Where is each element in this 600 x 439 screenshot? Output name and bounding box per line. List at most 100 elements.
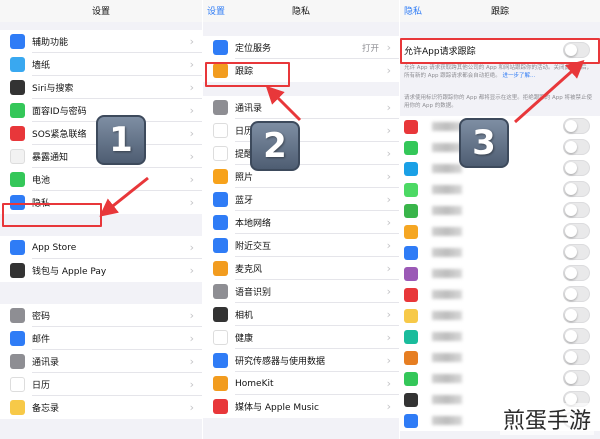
- app-tracking-toggle[interactable]: [563, 160, 590, 176]
- settings-row[interactable]: 辅助功能 ›: [0, 30, 202, 53]
- blurred-app-name: [432, 143, 462, 152]
- settings-row[interactable]: 密码 ›: [0, 304, 202, 327]
- health-icon: [213, 330, 228, 345]
- settings-row[interactable]: 邮件 ›: [0, 327, 202, 350]
- blurred-app-name: [432, 290, 462, 299]
- row-label: 日历: [32, 381, 51, 391]
- app-tracking-toggle[interactable]: [563, 265, 590, 281]
- settings-row[interactable]: 附近交互 ›: [203, 234, 399, 257]
- tracking-highlight-box: [205, 62, 290, 87]
- chevron-right-icon: ›: [189, 378, 194, 391]
- settings-row[interactable]: 本地网络 ›: [203, 211, 399, 234]
- settings-row[interactable]: 墙纸 ›: [0, 53, 202, 76]
- settings-row[interactable]: 相机 ›: [203, 303, 399, 326]
- blurred-app-name: [432, 248, 462, 257]
- chevron-right-icon: ›: [386, 64, 391, 77]
- app-tracking-toggle[interactable]: [563, 370, 590, 386]
- app-icon: [404, 266, 418, 281]
- key-icon: [10, 308, 25, 323]
- mail-icon: [10, 331, 25, 346]
- app-icon: [404, 371, 418, 386]
- watermark: 煎蛋手游: [499, 403, 594, 435]
- row-value: 打开: [361, 44, 379, 54]
- app-icon: [404, 140, 418, 155]
- blurred-app-name: [432, 122, 462, 131]
- music-icon: [213, 399, 228, 414]
- settings-row[interactable]: 媒体与 Apple Music ›: [203, 395, 399, 418]
- settings-row[interactable]: 钱包与 Apple Pay ›: [0, 259, 202, 282]
- allow-tracking-highlight-box: [400, 38, 600, 64]
- app-tracking-toggle[interactable]: [563, 202, 590, 218]
- settings-row[interactable]: 麦克风 ›: [203, 257, 399, 280]
- tracking-description-text: 允许 App 请求获取跨其他公司的 App 和网站跟踪你的活动。关闭此选项后，所…: [404, 65, 592, 79]
- tracking-description: 允许 App 请求获取跨其他公司的 App 和网站跟踪你的活动。关闭此选项后，所…: [400, 62, 600, 80]
- network-icon: [213, 215, 228, 230]
- settings-row[interactable]: 通讯录 ›: [0, 350, 202, 373]
- app-icon: [404, 308, 418, 323]
- app-icon: [404, 119, 418, 134]
- row-label: 健康: [235, 334, 254, 344]
- settings-row[interactable]: 日历 ›: [0, 373, 202, 396]
- app-icon: [404, 203, 418, 218]
- chevron-right-icon: ›: [386, 400, 391, 413]
- settings-row[interactable]: 蓝牙 ›: [203, 188, 399, 211]
- settings-row[interactable]: 备忘录 ›: [0, 396, 202, 419]
- app-tracking-toggle[interactable]: [563, 286, 590, 302]
- app-tracking-toggle[interactable]: [563, 328, 590, 344]
- chevron-right-icon: ›: [386, 147, 391, 160]
- settings-row[interactable]: 健康 ›: [203, 326, 399, 349]
- settings-row[interactable]: 语音识别 ›: [203, 280, 399, 303]
- settings-row[interactable]: 通讯录 ›: [203, 96, 399, 119]
- learn-more-link[interactable]: 进一步了解...: [503, 73, 536, 79]
- wallet-icon: [10, 263, 25, 278]
- row-label: 通讯录: [235, 104, 263, 114]
- row-label: 研究传感器与使用数据: [235, 357, 326, 367]
- step-badge-1: 1: [96, 115, 146, 165]
- nearby-icon: [213, 238, 228, 253]
- app-tracking-toggle[interactable]: [563, 349, 590, 365]
- blurred-app-name: [432, 227, 462, 236]
- app-icon: [404, 287, 418, 302]
- settings-row[interactable]: 定位服务 打开 ›: [203, 36, 399, 59]
- row-label: 定位服务: [235, 44, 272, 54]
- settings-row[interactable]: 提醒事项›: [203, 142, 399, 165]
- settings-row[interactable]: 日历 ›: [203, 119, 399, 142]
- battery-icon: [10, 172, 25, 187]
- app-tracking-toggle[interactable]: [563, 307, 590, 323]
- tracking-app-row: [400, 284, 600, 305]
- step-badge-2: 2: [250, 121, 300, 171]
- app-tracking-toggle[interactable]: [563, 223, 590, 239]
- chevron-right-icon: ›: [386, 216, 391, 229]
- row-label: 辅助功能: [32, 38, 69, 48]
- app-tracking-toggle[interactable]: [563, 244, 590, 260]
- row-label: 墙纸: [32, 61, 51, 71]
- settings-row[interactable]: 照片 ›: [203, 165, 399, 188]
- siri-icon: [10, 80, 25, 95]
- settings-row[interactable]: 研究传感器与使用数据 ›: [203, 349, 399, 372]
- settings-row[interactable]: HomeKit ›: [203, 372, 399, 395]
- app-tracking-toggle[interactable]: [563, 118, 590, 134]
- blurred-app-name: [432, 332, 462, 341]
- chevron-right-icon: ›: [386, 124, 391, 137]
- photos-icon: [213, 169, 228, 184]
- row-label: 备忘录: [32, 404, 60, 414]
- row-label: 蓝牙: [235, 196, 254, 206]
- chevron-right-icon: ›: [386, 331, 391, 344]
- row-label: 相机: [235, 311, 254, 321]
- research-icon: [213, 353, 228, 368]
- camera-icon: [213, 307, 228, 322]
- app-icon: [404, 413, 418, 428]
- app-tracking-toggle[interactable]: [563, 181, 590, 197]
- wallpaper-icon: [10, 57, 25, 72]
- settings-row[interactable]: App Store ›: [0, 236, 202, 259]
- chevron-right-icon: ›: [189, 35, 194, 48]
- app-icon: [404, 161, 418, 176]
- tracking-app-row: [400, 305, 600, 326]
- blurred-app-name: [432, 374, 462, 383]
- row-label: 暴露通知: [32, 153, 69, 163]
- settings-row[interactable]: 电池 ›: [0, 168, 202, 191]
- blurred-app-name: [432, 206, 462, 215]
- app-tracking-toggle[interactable]: [563, 139, 590, 155]
- chevron-right-icon: ›: [189, 309, 194, 322]
- settings-row[interactable]: Siri与搜索 ›: [0, 76, 202, 99]
